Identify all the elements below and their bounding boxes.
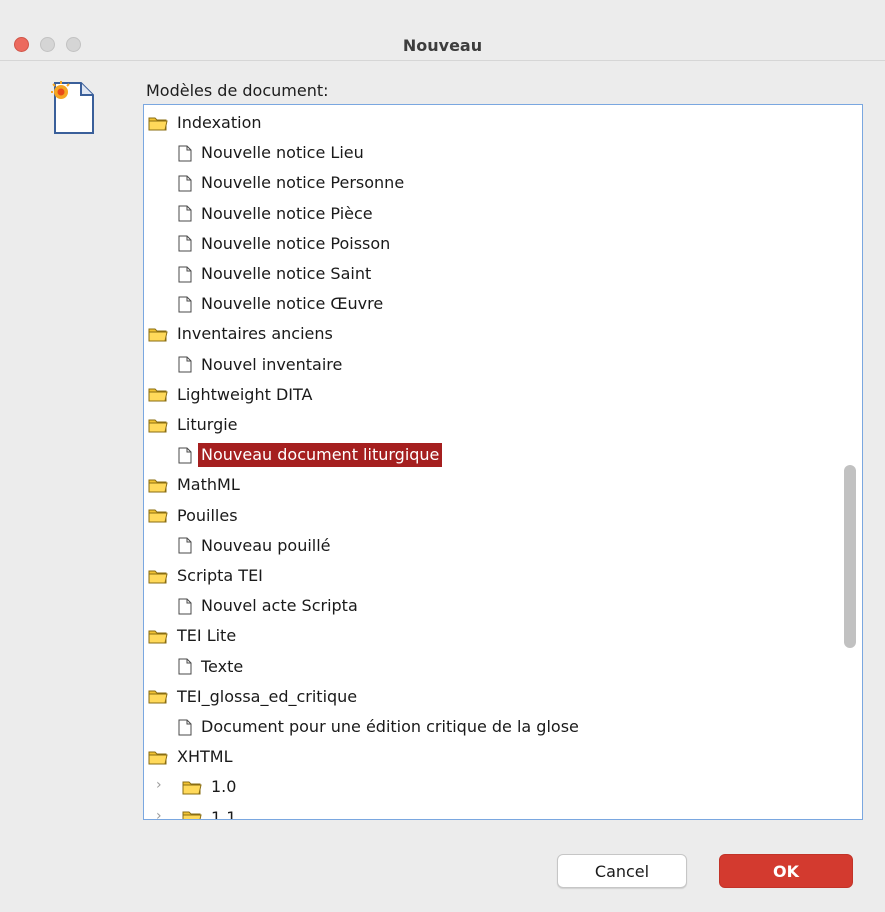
tree-folder[interactable]: Liturgie — [148, 411, 241, 439]
folder-icon — [148, 326, 168, 343]
tree-item-label: Inventaires anciens — [177, 324, 333, 344]
document-icon — [178, 658, 192, 675]
tree-folder[interactable]: Pouilles — [148, 502, 241, 530]
scrollbar-thumb[interactable] — [844, 465, 856, 648]
tree-item-label: Nouvelle notice Personne — [201, 173, 405, 193]
folder-icon — [182, 809, 202, 819]
title-bar: Nouveau — [0, 10, 885, 61]
tree-item-label: 1.1 — [211, 807, 237, 820]
folder-icon — [148, 749, 168, 766]
tree-folder[interactable]: TEI Lite — [148, 622, 239, 650]
folder-icon — [148, 115, 168, 132]
tree-item-label: Lightweight DITA — [177, 384, 313, 404]
tree-item-label: Nouvelle notice Lieu — [201, 143, 364, 163]
tree-folder[interactable]: MathML — [148, 471, 243, 499]
tree-item[interactable]: Nouvelle notice Lieu — [178, 139, 367, 167]
templates-tree[interactable]: Indexation Nouvelle notice Lieu Nouvelle n… — [143, 104, 863, 820]
document-icon — [178, 356, 192, 373]
templates-label: Modèles de document: — [146, 81, 329, 100]
folder-icon — [182, 779, 202, 796]
document-icon — [178, 145, 192, 162]
tree-item-label: TEI Lite — [177, 626, 237, 646]
folder-icon — [148, 417, 168, 434]
tree-item[interactable]: Nouvel inventaire — [178, 351, 345, 379]
document-icon — [178, 719, 192, 736]
folder-icon — [148, 568, 168, 585]
tree-folder[interactable]: XHTML — [148, 743, 235, 771]
folder-icon — [148, 477, 168, 494]
tree-item[interactable]: Nouveau document liturgique — [178, 441, 443, 469]
cancel-button[interactable]: Cancel — [557, 854, 687, 888]
expand-chevron-icon[interactable]: › — [156, 808, 162, 819]
tree-item-label: Nouvelle notice Saint — [201, 264, 372, 283]
document-icon — [178, 296, 192, 313]
tree-item[interactable]: Nouvelle notice Personne — [178, 169, 407, 197]
window-title: Nouveau — [402, 36, 483, 55]
document-icon — [178, 205, 192, 222]
new-document-dialog: Nouveau Modèles de document: Indexation N… — [0, 0, 885, 912]
tree-folder[interactable]: Indexation — [148, 109, 265, 137]
document-icon — [178, 266, 192, 283]
tree-item[interactable]: Nouvelle notice Poisson — [178, 230, 393, 258]
folder-icon — [148, 688, 168, 705]
tree-folder[interactable]: 1.0 — [182, 773, 239, 801]
tree-folder[interactable]: 1.1 — [182, 804, 239, 820]
tree-item[interactable]: Nouvelle notice Saint — [178, 260, 374, 288]
tree-item-label: TEI_glossa_ed_critique — [177, 686, 358, 706]
tree-item-label: Pouilles — [177, 505, 238, 525]
tree-folder[interactable]: Scripta TEI — [148, 562, 266, 590]
document-icon — [178, 537, 192, 554]
expand-chevron-icon[interactable]: › — [156, 777, 162, 793]
tree-item-label: 1.0 — [211, 777, 237, 797]
tree-scrollbar[interactable] — [843, 465, 857, 648]
tree-item[interactable]: Texte — [178, 653, 246, 681]
folder-icon — [148, 628, 168, 645]
tree-item-label: Nouvelle notice Œuvre — [201, 294, 384, 314]
document-icon — [178, 175, 192, 192]
document-icon — [178, 598, 192, 615]
tree-item-label: Liturgie — [177, 415, 238, 434]
tree-item[interactable]: Document pour une édition critique de la… — [178, 713, 582, 741]
tree-item[interactable]: Nouveau pouillé — [178, 532, 334, 560]
new-document-icon — [51, 81, 95, 135]
tree-item-label: Nouveau pouillé — [201, 535, 331, 555]
tree-item-label: XHTML — [177, 747, 233, 767]
document-icon — [178, 235, 192, 252]
tree-item-label: Document pour une édition critique de la… — [201, 717, 579, 736]
tree-item-label: Nouvel inventaire — [201, 354, 343, 374]
tree-item[interactable]: Nouvel acte Scripta — [178, 592, 361, 620]
tree-folder[interactable]: Inventaires anciens — [148, 320, 336, 348]
document-icon — [178, 447, 192, 464]
folder-icon — [148, 507, 168, 524]
tree-item[interactable]: Nouvelle notice Pièce — [178, 200, 376, 228]
tree-item-label: Texte — [201, 656, 244, 676]
ok-button[interactable]: OK — [719, 854, 853, 888]
tree-folder[interactable]: Lightweight DITA — [148, 381, 315, 409]
tree-item-label: Nouvel acte Scripta — [201, 596, 358, 616]
tree-item-label: Nouveau document liturgique — [198, 443, 443, 468]
tree-folder[interactable]: TEI_glossa_ed_critique — [148, 683, 360, 711]
tree-item-label: Nouvelle notice Poisson — [201, 233, 391, 253]
folder-icon — [148, 386, 168, 403]
tree-item-label: Indexation — [177, 113, 262, 132]
tree-item[interactable]: Nouvelle notice Œuvre — [178, 290, 386, 318]
tree-item-label: Scripta TEI — [177, 566, 263, 585]
tree-item-label: Nouvelle notice Pièce — [201, 203, 373, 223]
tree-item-label: MathML — [177, 475, 240, 495]
